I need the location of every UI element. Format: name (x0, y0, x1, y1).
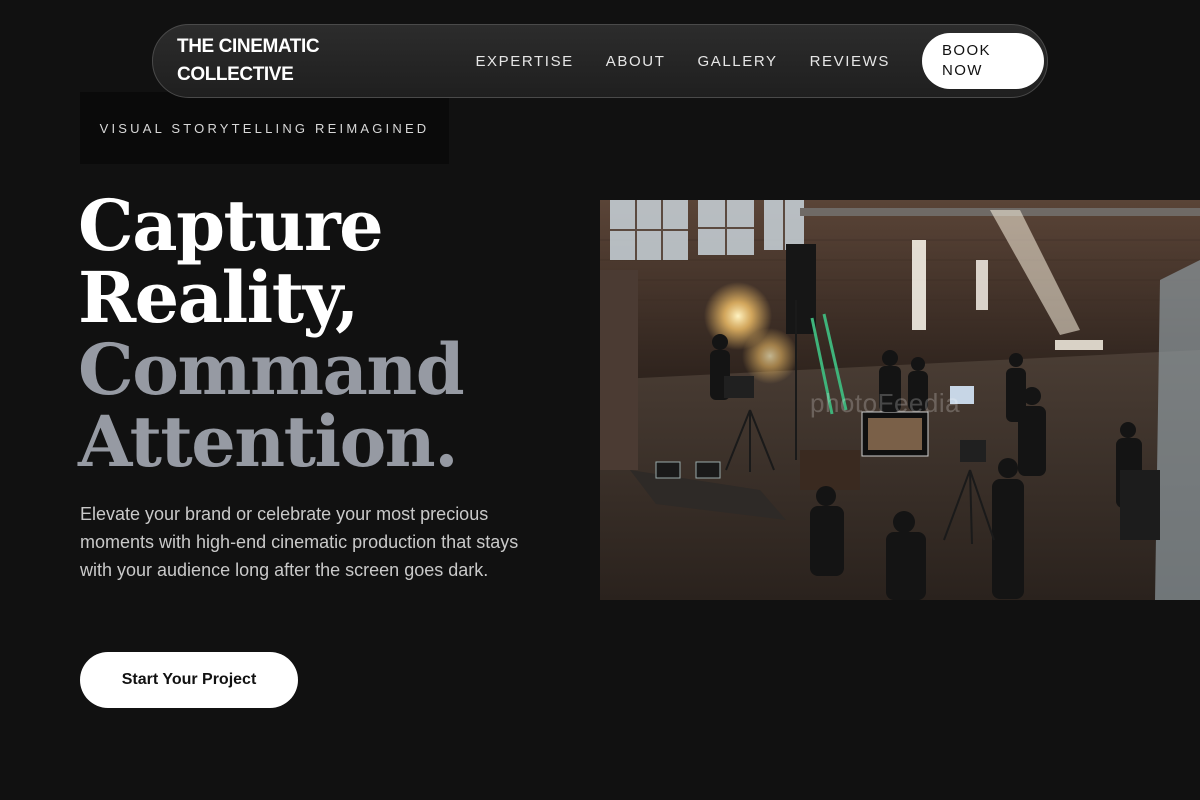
hero-subcopy: Elevate your brand or celebrate your mos… (80, 504, 519, 580)
brand-logo[interactable]: THE CINEMATIC COLLECTIVE (177, 33, 347, 89)
headline-line-3: Command (78, 328, 465, 411)
nav-link-expertise[interactable]: EXPERTISE (475, 53, 573, 70)
eyebrow-tagline: VISUAL STORYTELLING REIMAGINED (80, 92, 449, 164)
photo-watermark: photoFeedia (810, 388, 961, 418)
nav-link-gallery[interactable]: GALLERY (697, 53, 777, 70)
landing-page: THE CINEMATIC COLLECTIVE EXPERTISE ABOUT… (0, 0, 1200, 800)
headline-line-1: Capture (78, 184, 384, 267)
book-now-button[interactable]: BOOK NOW (922, 33, 1044, 89)
nav-link-reviews[interactable]: REVIEWS (810, 53, 890, 70)
headline-line-4: Attention. (78, 400, 459, 483)
top-navigation: THE CINEMATIC COLLECTIVE EXPERTISE ABOUT… (152, 24, 1048, 98)
start-project-button[interactable]: Start Your Project (80, 652, 298, 708)
nav-links: EXPERTISE ABOUT GALLERY REVIEWS BOOK NOW (475, 33, 1044, 89)
hero-headline: Capture Reality, Command Attention. (78, 184, 465, 483)
nav-link-about[interactable]: ABOUT (606, 53, 666, 70)
hero-photo-film-set: photoFeedia (600, 200, 1200, 600)
headline-line-2: Reality, (78, 256, 359, 339)
